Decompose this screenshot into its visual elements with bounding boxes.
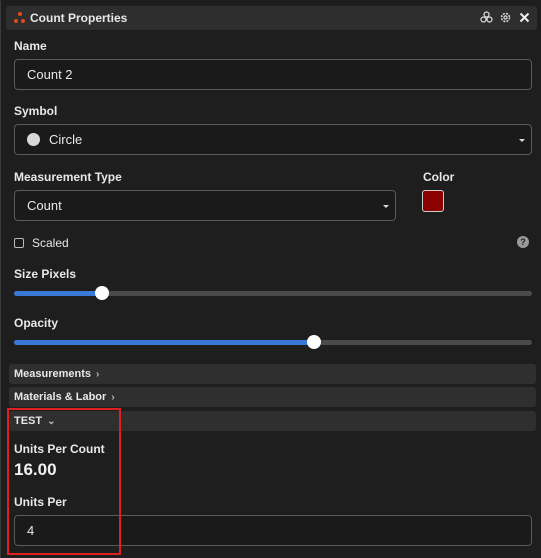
color-label: Color bbox=[423, 170, 455, 184]
measurement-type-select[interactable]: Count bbox=[14, 190, 396, 221]
gear-icon[interactable] bbox=[498, 10, 512, 24]
panel-title: Count Properties bbox=[30, 11, 128, 25]
chevron-down-icon bbox=[383, 204, 389, 208]
help-icon[interactable]: ? bbox=[517, 236, 529, 248]
color-swatch[interactable] bbox=[422, 190, 444, 212]
scaled-checkbox[interactable] bbox=[14, 238, 24, 248]
opacity-label: Opacity bbox=[14, 316, 59, 330]
size-pixels-slider[interactable] bbox=[14, 286, 532, 300]
opacity-slider-fill bbox=[14, 340, 315, 345]
close-icon[interactable] bbox=[517, 10, 531, 24]
symbol-label: Symbol bbox=[14, 104, 58, 118]
name-label: Name bbox=[14, 39, 47, 53]
materials-labor-section-label: Materials & Labor bbox=[14, 391, 107, 403]
panel-title-bar: Count Properties bbox=[6, 6, 537, 30]
layers-icon[interactable] bbox=[479, 10, 493, 24]
scaled-label: Scaled bbox=[32, 236, 69, 250]
size-pixels-slider-handle[interactable] bbox=[95, 286, 110, 300]
opacity-slider[interactable] bbox=[14, 335, 532, 349]
measurement-type-value: Count bbox=[27, 198, 62, 213]
highlight-annotation-box bbox=[7, 408, 121, 555]
app-logo-icon bbox=[14, 12, 26, 24]
size-pixels-slider-fill bbox=[14, 291, 103, 296]
chevron-right-icon: › bbox=[111, 391, 115, 403]
symbol-select[interactable]: Circle bbox=[14, 124, 532, 155]
name-input-value: Count 2 bbox=[27, 67, 73, 82]
measurements-section-label: Measurements bbox=[14, 368, 92, 380]
circle-icon bbox=[27, 133, 40, 146]
measurement-type-label: Measurement Type bbox=[14, 170, 122, 184]
name-input[interactable]: Count 2 bbox=[14, 59, 532, 90]
measurements-section-header[interactable]: Measurements › bbox=[9, 364, 536, 384]
size-pixels-label: Size Pixels bbox=[14, 267, 77, 281]
opacity-slider-handle[interactable] bbox=[307, 335, 322, 349]
symbol-select-value: Circle bbox=[49, 132, 83, 147]
materials-labor-section-header[interactable]: Materials & Labor › bbox=[9, 387, 536, 407]
chevron-down-icon bbox=[519, 138, 525, 142]
count-properties-panel: Count Properties Name Count 2 Symbol Cir… bbox=[0, 0, 541, 558]
chevron-right-icon: › bbox=[96, 368, 100, 380]
